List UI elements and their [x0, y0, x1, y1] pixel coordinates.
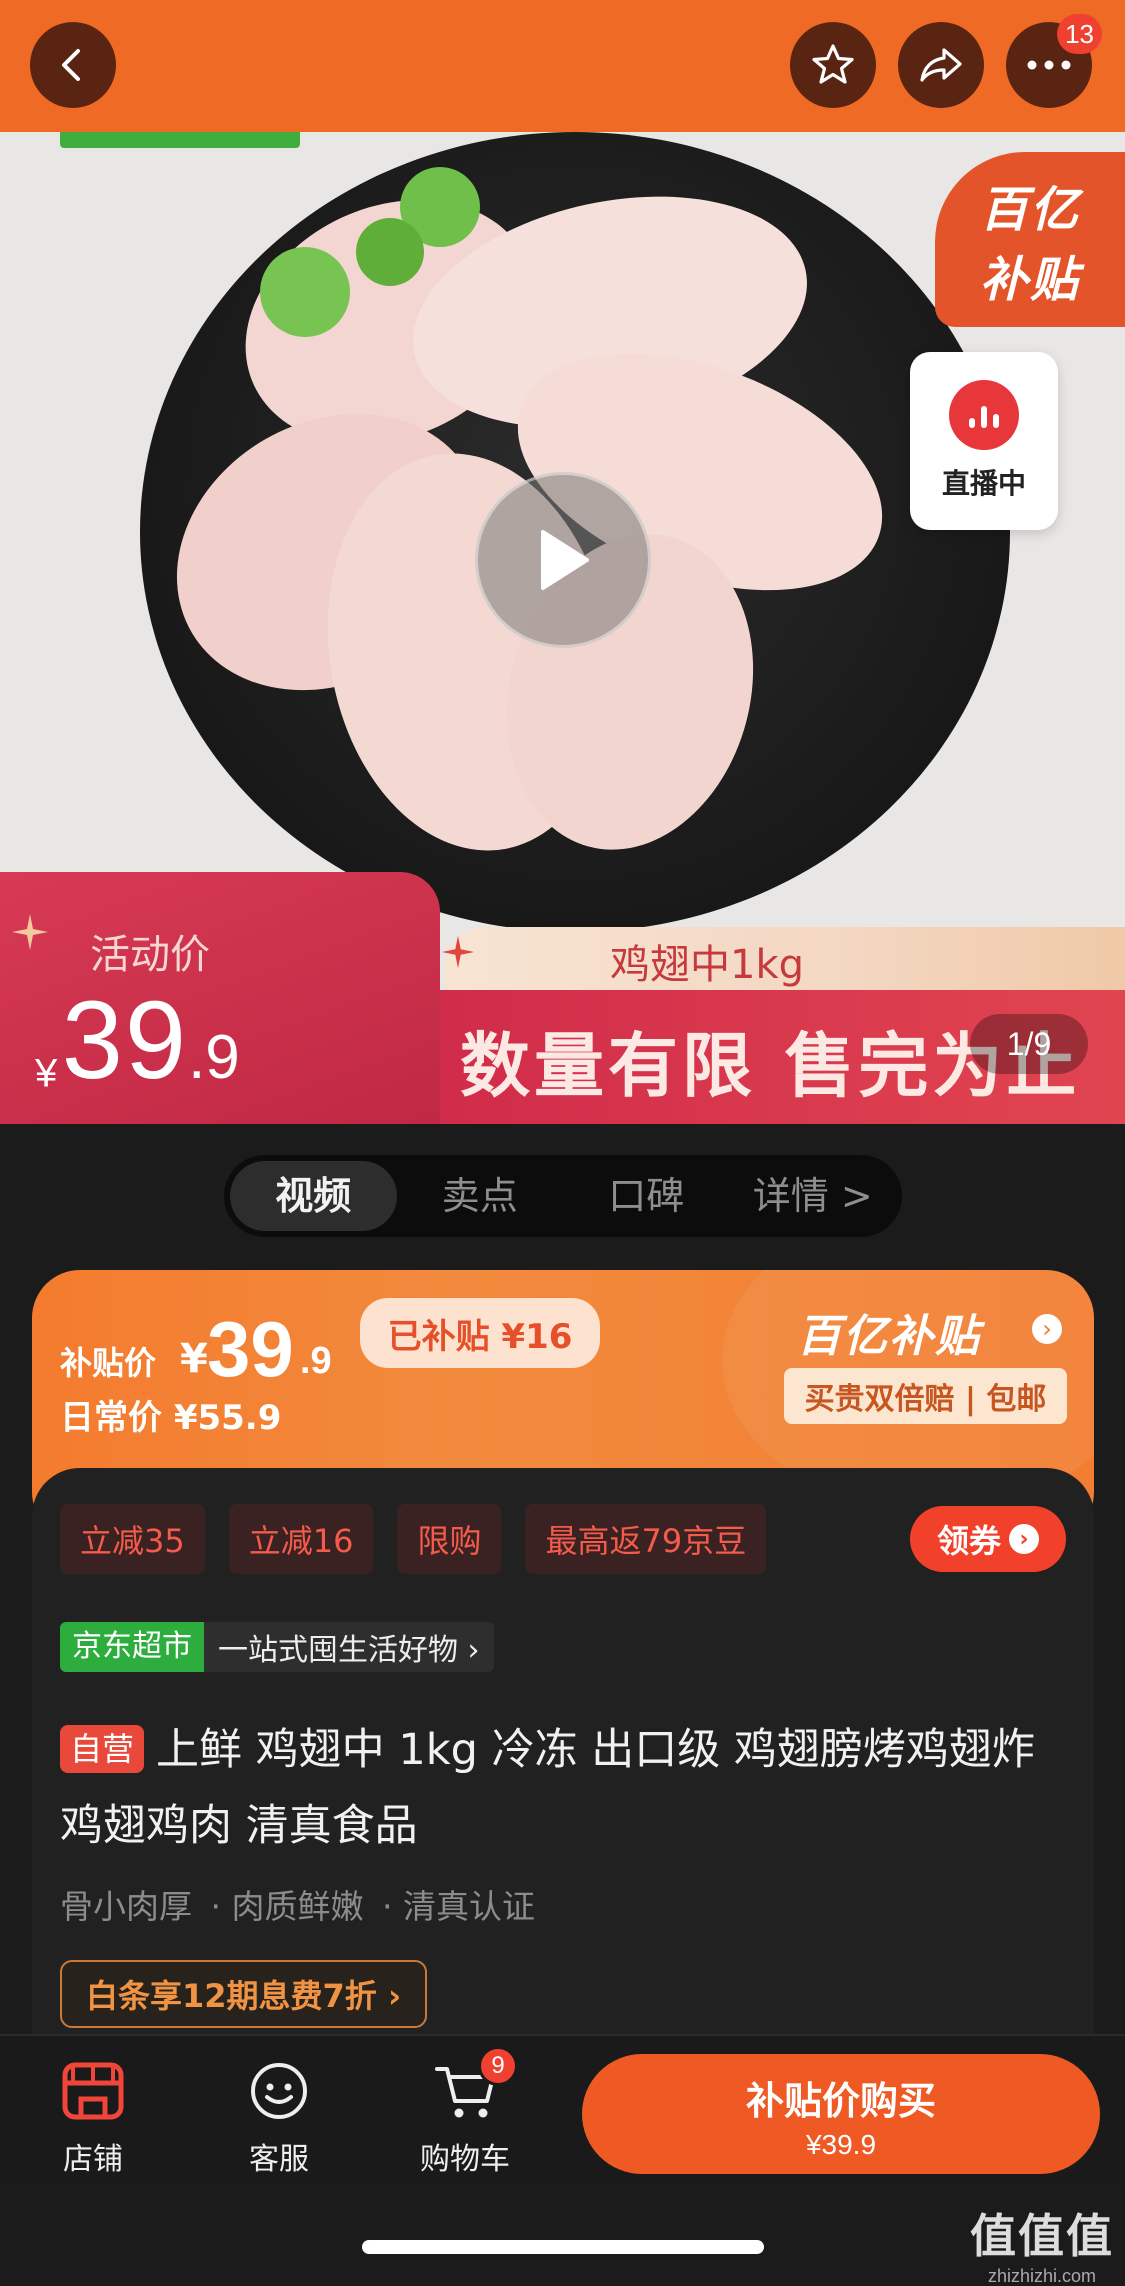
buy-now-button[interactable]: 补贴价购买 ¥39.9: [582, 2054, 1100, 2174]
promo-chips: 立减35 立减16 限购 最高返79京豆: [60, 1504, 767, 1574]
cart-icon: 9: [400, 2046, 530, 2126]
more-dots-icon: [1027, 60, 1071, 70]
live-label: 直播中: [941, 467, 1026, 500]
daily-price: 日常价 ¥55.9: [60, 1398, 282, 1438]
product-title-text: 上鲜 鸡翅中 1kg 冷冻 出口级 鸡翅膀烤鸡翅炸鸡翅鸡肉 清真食品: [60, 1725, 1035, 1851]
activity-price-banner: 活动价 ¥ 39.9 鸡翅中1kg 数量有限 售完为止 1/9: [0, 872, 1125, 1124]
promo-chip[interactable]: 立减16: [228, 1504, 374, 1574]
subsidy-brand-link[interactable]: 百亿补贴: [797, 1300, 981, 1364]
cart-button[interactable]: 9 购物车: [400, 2046, 530, 2178]
subsidy-badge-line1: 百亿: [979, 182, 1080, 238]
subsidy-price-integer: 39: [207, 1305, 294, 1393]
chevron-right-icon[interactable]: ›: [1032, 1314, 1062, 1344]
activity-price: ¥ 39.9: [35, 977, 240, 1104]
jd-supermarket-link[interactable]: 京东超市 一站式囤生活好物 ›: [60, 1622, 494, 1672]
back-button[interactable]: [30, 22, 116, 108]
buy-now-price: ¥39.9: [805, 2129, 877, 2160]
subsidized-amount-badge: 已补贴 ¥16: [360, 1298, 600, 1368]
feature-item: 骨小肉厚: [60, 1887, 192, 1926]
feature-item: · 肉质鲜嫩: [210, 1887, 364, 1926]
store-button[interactable]: 店铺: [28, 2056, 158, 2178]
jd-supermarket-tag: 京东超市: [60, 1622, 204, 1672]
subsidy-price-label: 补贴价: [60, 1344, 157, 1382]
image-page-indicator: 1/9: [970, 1014, 1088, 1074]
more-badge: 13: [1057, 14, 1102, 54]
play-icon: [541, 530, 589, 590]
product-media[interactable]: 百亿 补贴 直播中 活动价 ¥ 39.9 鸡翅中1kg 数量有限 售完为止 1/…: [0, 132, 1125, 1124]
subsidy-badge: 百亿 补贴: [935, 152, 1125, 327]
product-features: 骨小肉厚 · 肉质鲜嫩 · 清真认证: [60, 1880, 543, 1928]
activity-price-currency: ¥: [35, 1051, 58, 1096]
play-video-button[interactable]: [475, 472, 651, 648]
star-icon: [812, 44, 854, 84]
jd-supermarket-text: 一站式囤生活好物 ›: [218, 1633, 480, 1668]
tab-selling-points[interactable]: 卖点: [397, 1161, 564, 1231]
watermark-url: zhizhizhi.com: [987, 2266, 1097, 2286]
watermark: 值值值 zhizhizhi.com: [970, 2200, 1114, 2286]
watermark-logo: 值值值: [970, 2209, 1114, 2263]
store-label: 店铺: [63, 2142, 123, 2177]
get-coupon-button[interactable]: 领券 ›: [910, 1506, 1066, 1572]
share-arrow-icon: [920, 48, 962, 82]
live-stream-card[interactable]: 直播中: [910, 352, 1058, 530]
favorite-button[interactable]: [790, 22, 876, 108]
promo-chip[interactable]: 最高返79京豆: [525, 1504, 767, 1574]
promo-chip[interactable]: 限购: [397, 1504, 502, 1574]
ribbon-product-name: 鸡翅中1kg: [610, 942, 805, 988]
promo-chip[interactable]: 立减35: [60, 1504, 205, 1574]
guarantee-tag: 买贵双倍赔 | 包邮: [784, 1368, 1067, 1424]
activity-price-integer: 39: [61, 979, 189, 1102]
product-page: 13 百亿 补贴 直播中 活动价 ¥ 39.9 鸡翅中1kg 数量有限 售完为止…: [0, 0, 1125, 2286]
top-bar: 13: [0, 0, 1125, 132]
activity-price-label: 活动价: [90, 932, 210, 978]
product-info: 立减35 立减16 限购 最高返79京豆 领券 › 京东超市 一站式囤生活好物 …: [32, 1468, 1094, 2068]
bottom-action-bar: 店铺 客服 9 购物车 补贴价购买 ¥39.9: [0, 2034, 1125, 2186]
cart-count-badge: 9: [478, 2046, 518, 2086]
feature-item: · 清真认证: [381, 1887, 535, 1926]
sparkle-icon: [12, 914, 48, 950]
tab-video[interactable]: 视频: [230, 1161, 397, 1231]
content-tabs: 视频 卖点 口碑 详情 >: [224, 1155, 902, 1237]
get-coupon-label: 领券: [936, 1522, 1001, 1560]
product-title: 自营 上鲜 鸡翅中 1kg 冷冻 出口级 鸡翅膀烤鸡翅炸鸡翅鸡肉 清真食品: [60, 1712, 1070, 1864]
subsidy-price-currency: ¥: [180, 1336, 208, 1382]
subsidy-badge-line2: 补贴: [979, 252, 1080, 308]
more-button[interactable]: 13: [1006, 14, 1102, 108]
activity-price-decimal: .9: [188, 1023, 240, 1092]
share-button[interactable]: [898, 22, 984, 108]
live-icon: [949, 380, 1019, 450]
store-icon: [28, 2056, 158, 2126]
ribbon-sparkle-icon: [441, 935, 475, 969]
customer-service-button[interactable]: 客服: [214, 2056, 344, 2178]
home-indicator[interactable]: [362, 2240, 764, 2254]
back-arrow-icon: [62, 49, 80, 81]
tab-details[interactable]: 详情 >: [730, 1161, 897, 1231]
baitiao-installment-button[interactable]: 白条享12期息费7折 ›: [60, 1960, 428, 2028]
customer-service-icon: [214, 2056, 344, 2126]
subsidy-price-decimal: .9: [300, 1340, 332, 1382]
chevron-right-icon: ›: [1009, 1524, 1039, 1554]
buy-now-label: 补贴价购买: [745, 2079, 936, 2123]
cart-label: 购物车: [420, 2142, 510, 2177]
customer-service-label: 客服: [249, 2142, 309, 2177]
tab-reviews[interactable]: 口碑: [563, 1161, 730, 1231]
self-operated-badge: 自营: [60, 1724, 145, 1773]
